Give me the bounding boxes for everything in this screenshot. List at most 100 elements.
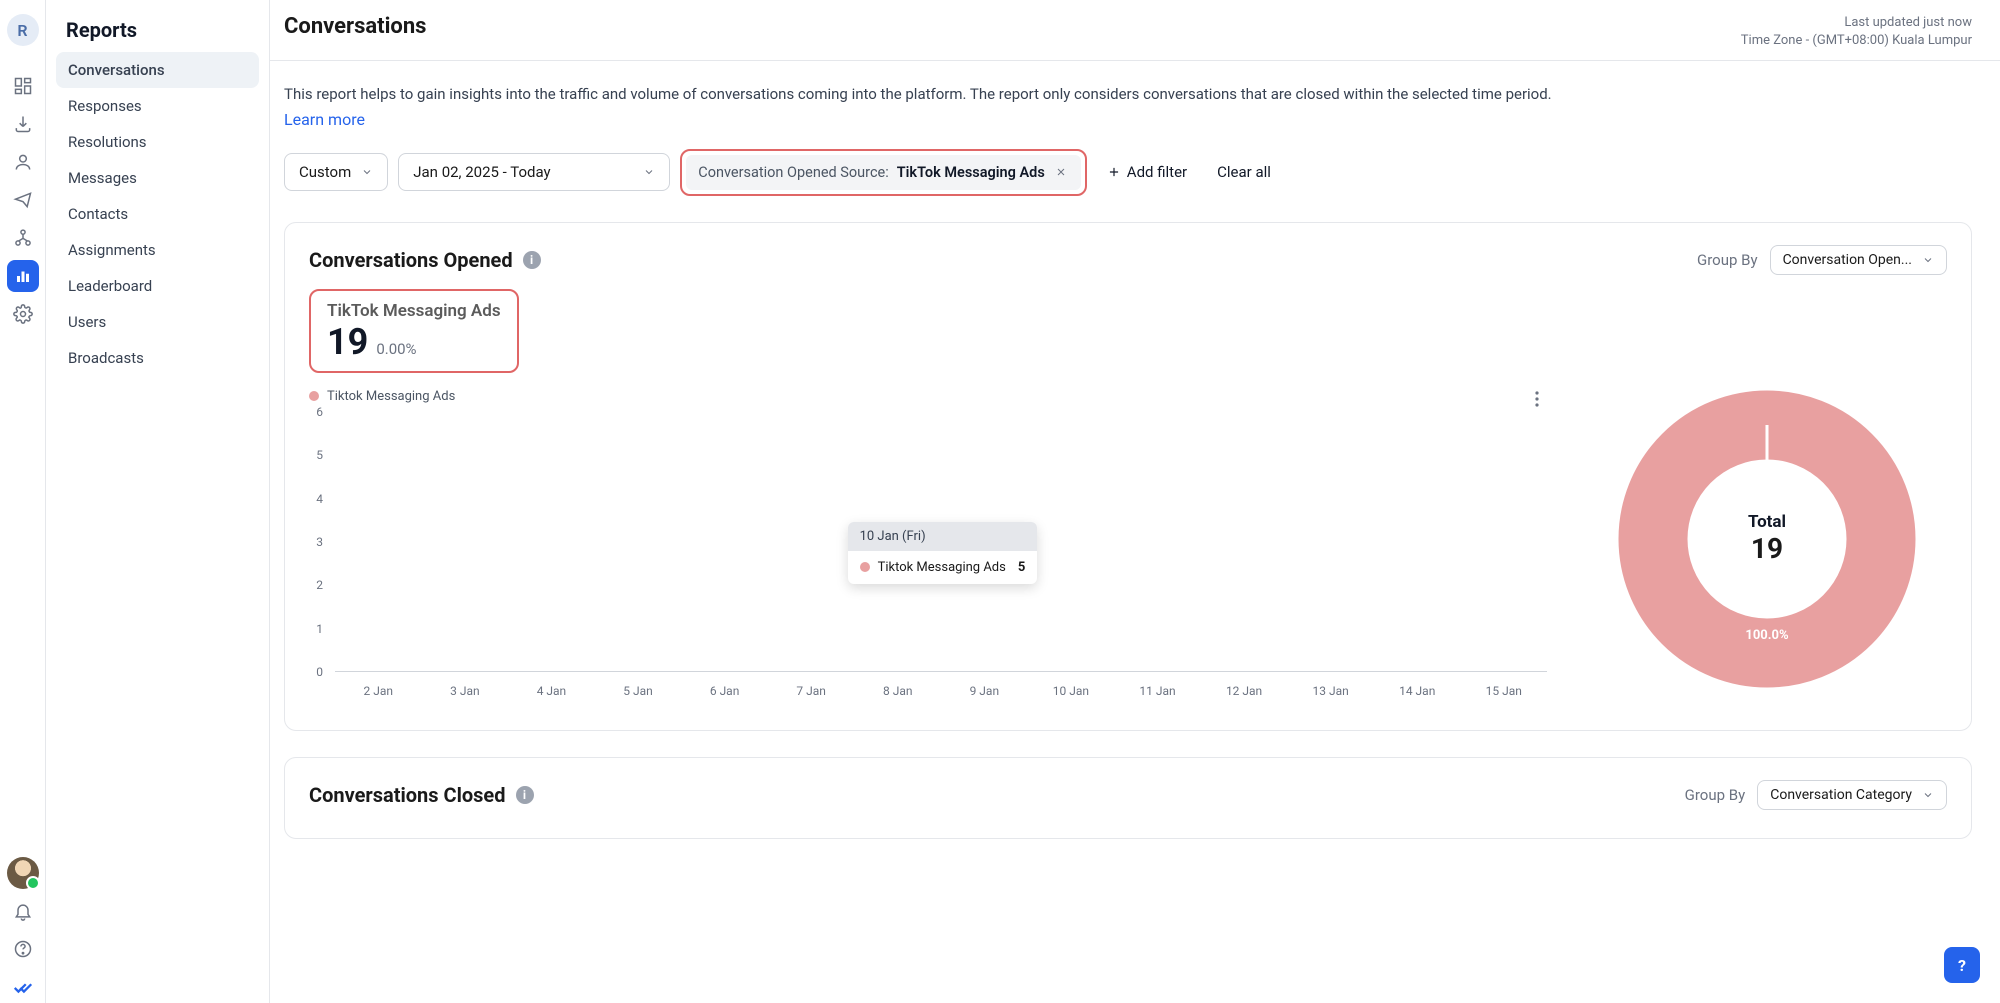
chip-value: TikTok Messaging Ads xyxy=(897,164,1045,181)
y-tick: 4 xyxy=(316,492,323,506)
user-avatar[interactable] xyxy=(7,857,39,889)
y-tick: 0 xyxy=(316,665,323,679)
x-tick: 3 Jan xyxy=(422,676,509,702)
sidebar-item-users[interactable]: Users xyxy=(56,304,259,340)
nav-rail: R xyxy=(0,0,46,1003)
broadcast-icon[interactable] xyxy=(7,184,39,216)
y-tick: 1 xyxy=(316,622,323,636)
sidebar-item-assignments[interactable]: Assignments xyxy=(56,232,259,268)
sidebar-item-resolutions[interactable]: Resolutions xyxy=(56,124,259,160)
sidebar: Reports ConversationsResponsesResolution… xyxy=(46,0,270,1003)
chevron-down-icon xyxy=(643,166,655,178)
sidebar-item-broadcasts[interactable]: Broadcasts xyxy=(56,340,259,376)
brand-badge[interactable]: R xyxy=(7,14,39,46)
donut-value: 19 xyxy=(1751,532,1783,565)
kpi-title: TikTok Messaging Ads xyxy=(327,301,501,321)
chevron-down-icon xyxy=(361,166,373,178)
learn-more-link[interactable]: Learn more xyxy=(284,110,365,129)
filter-highlight: Conversation Opened Source: TikTok Messa… xyxy=(680,149,1087,196)
reports-icon[interactable] xyxy=(7,260,39,292)
group-by-label: Group By xyxy=(1685,786,1746,804)
tooltip-date: 10 Jan (Fri) xyxy=(848,522,1038,551)
chart-menu-button[interactable] xyxy=(1527,389,1547,409)
help-bubble-button[interactable]: ? xyxy=(1944,947,1980,983)
inbox-icon[interactable] xyxy=(7,108,39,140)
x-tick: 13 Jan xyxy=(1287,676,1374,702)
donut-chart[interactable]: Total 19 100.0% xyxy=(1617,389,1917,689)
donut-panel: Total 19 100.0% xyxy=(1587,389,1947,689)
chevron-down-icon xyxy=(1922,254,1934,266)
page-title: Conversations xyxy=(284,14,426,39)
sidebar-item-conversations[interactable]: Conversations xyxy=(56,52,259,88)
x-tick: 14 Jan xyxy=(1374,676,1461,702)
sidebar-item-leaderboard[interactable]: Leaderboard xyxy=(56,268,259,304)
info-icon[interactable]: i xyxy=(523,251,541,269)
filters-row: Custom Jan 02, 2025 - Today Conversation… xyxy=(284,149,1972,196)
filter-chip-source[interactable]: Conversation Opened Source: TikTok Messa… xyxy=(686,155,1081,190)
chip-label: Conversation Opened Source: xyxy=(698,164,888,181)
range-type-select[interactable]: Custom xyxy=(284,153,388,191)
kpi-pct: 0.00% xyxy=(376,340,416,358)
page-header: Conversations Last updated just now Time… xyxy=(270,0,2000,61)
clear-all-button[interactable]: Clear all xyxy=(1207,154,1281,190)
add-filter-button[interactable]: Add filter xyxy=(1097,154,1197,190)
card-conversations-opened: Conversations Opened i Group By Conversa… xyxy=(284,222,1972,731)
report-description: This report helps to gain insights into … xyxy=(284,83,1972,106)
card-conversations-closed: Conversations Closed i Group By Conversa… xyxy=(284,757,1972,839)
group-by-label: Group By xyxy=(1697,251,1758,269)
chevron-down-icon xyxy=(1922,789,1934,801)
sidebar-item-responses[interactable]: Responses xyxy=(56,88,259,124)
x-tick: 11 Jan xyxy=(1114,676,1201,702)
x-tick: 8 Jan xyxy=(854,676,941,702)
group-by-select[interactable]: Conversation Open... xyxy=(1770,245,1947,275)
date-range-select[interactable]: Jan 02, 2025 - Today xyxy=(398,153,670,191)
tooltip-series: Tiktok Messaging Ads xyxy=(878,560,1006,575)
legend-dot xyxy=(860,562,870,572)
logo-icon[interactable] xyxy=(7,971,39,1003)
group-by-value: Conversation Category xyxy=(1770,787,1912,803)
add-filter-label: Add filter xyxy=(1127,163,1187,181)
donut-label: Total xyxy=(1748,512,1786,532)
legend-label: Tiktok Messaging Ads xyxy=(327,389,455,404)
kpi-highlight: TikTok Messaging Ads 19 0.00% xyxy=(309,289,519,373)
info-icon[interactable]: i xyxy=(516,786,534,804)
help-icon[interactable] xyxy=(7,933,39,965)
header-meta: Last updated just now Time Zone - (GMT+0… xyxy=(1741,14,1972,50)
y-tick: 5 xyxy=(316,448,323,462)
x-tick: 12 Jan xyxy=(1201,676,1288,702)
group-by-select[interactable]: Conversation Category xyxy=(1757,780,1947,810)
last-updated: Last updated just now xyxy=(1741,14,1972,32)
dashboard-icon[interactable] xyxy=(7,70,39,102)
contacts-icon[interactable] xyxy=(7,146,39,178)
workflow-icon[interactable] xyxy=(7,222,39,254)
y-tick: 3 xyxy=(316,535,323,549)
x-tick: 10 Jan xyxy=(1028,676,1115,702)
x-tick: 2 Jan xyxy=(335,676,422,702)
card-title: Conversations Opened xyxy=(309,248,513,272)
x-tick: 9 Jan xyxy=(941,676,1028,702)
donut-pct: 100.0% xyxy=(1745,628,1788,643)
bar-chart[interactable]: 0123456 10 Jan (Fri) Tiktok Messaging Ad… xyxy=(309,412,1547,702)
date-range-value: Jan 02, 2025 - Today xyxy=(413,163,550,181)
timezone: Time Zone - (GMT+08:00) Kuala Lumpur xyxy=(1741,32,1972,50)
chart-legend: Tiktok Messaging Ads xyxy=(309,389,1547,404)
group-by-value: Conversation Open... xyxy=(1783,252,1912,268)
x-tick: 5 Jan xyxy=(595,676,682,702)
plus-icon xyxy=(1107,165,1121,179)
x-tick: 4 Jan xyxy=(508,676,595,702)
x-tick: 7 Jan xyxy=(768,676,855,702)
range-type-value: Custom xyxy=(299,163,351,181)
kpi-value: 19 xyxy=(327,321,368,363)
x-tick: 6 Jan xyxy=(681,676,768,702)
notifications-icon[interactable] xyxy=(7,895,39,927)
x-tick: 15 Jan xyxy=(1461,676,1548,702)
y-tick: 2 xyxy=(316,578,323,592)
sidebar-item-messages[interactable]: Messages xyxy=(56,160,259,196)
chart-tooltip: 10 Jan (Fri) Tiktok Messaging Ads 5 xyxy=(848,522,1038,584)
chip-remove-button[interactable] xyxy=(1053,164,1069,180)
main-content: Conversations Last updated just now Time… xyxy=(270,0,2000,1003)
card-title: Conversations Closed xyxy=(309,783,506,807)
sidebar-item-contacts[interactable]: Contacts xyxy=(56,196,259,232)
sidebar-title: Reports xyxy=(56,18,259,42)
settings-icon[interactable] xyxy=(7,298,39,330)
